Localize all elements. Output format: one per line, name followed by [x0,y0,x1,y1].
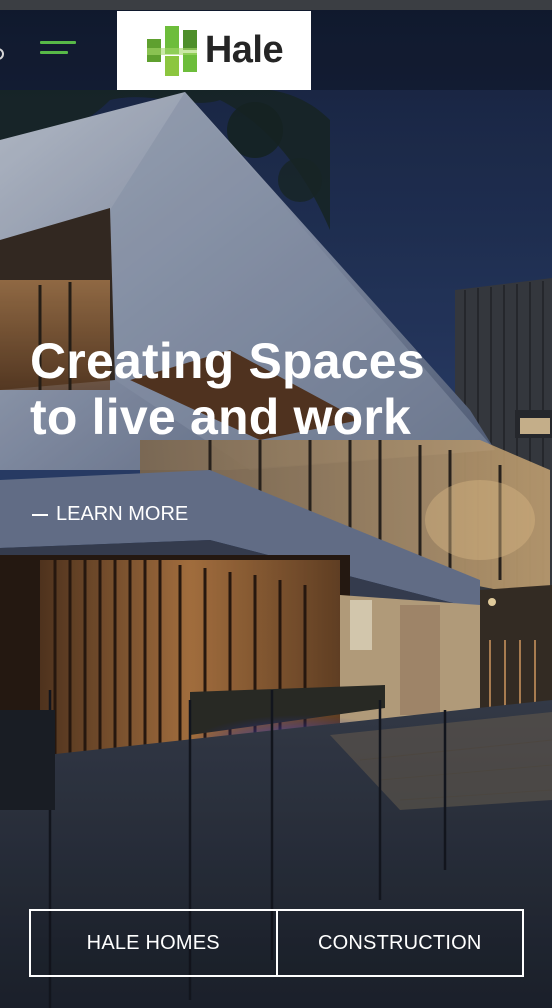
hero-headline: Creating Spaces to live and work [30,333,530,445]
hamburger-menu-icon-line [40,51,68,54]
brand-name: Hale [204,29,284,71]
h-blocks-logo-icon [146,25,197,76]
hale-homes-label: HALE HOMES [86,931,220,954]
headline-line-1: Creating Spaces [30,333,425,389]
construction-label: CONSTRUCTION [317,931,482,954]
hale-homes-button[interactable]: HALE HOMES [29,909,278,977]
brand-logo[interactable]: Hale [117,11,311,90]
construction-button[interactable]: CONSTRUCTION [277,909,524,977]
hamburger-menu-button[interactable] [32,38,82,64]
hamburger-menu-icon [40,41,76,44]
learn-more-link[interactable]: LEARN MORE [32,503,188,526]
headline-line-2: to live and work [30,389,412,445]
learn-more-label: LEARN MORE [56,503,189,525]
dash-icon [32,513,48,516]
partial-circle-icon [0,48,4,60]
top-edge-bar [0,0,552,10]
category-buttons: HALE HOMES CONSTRUCTION [29,909,524,977]
